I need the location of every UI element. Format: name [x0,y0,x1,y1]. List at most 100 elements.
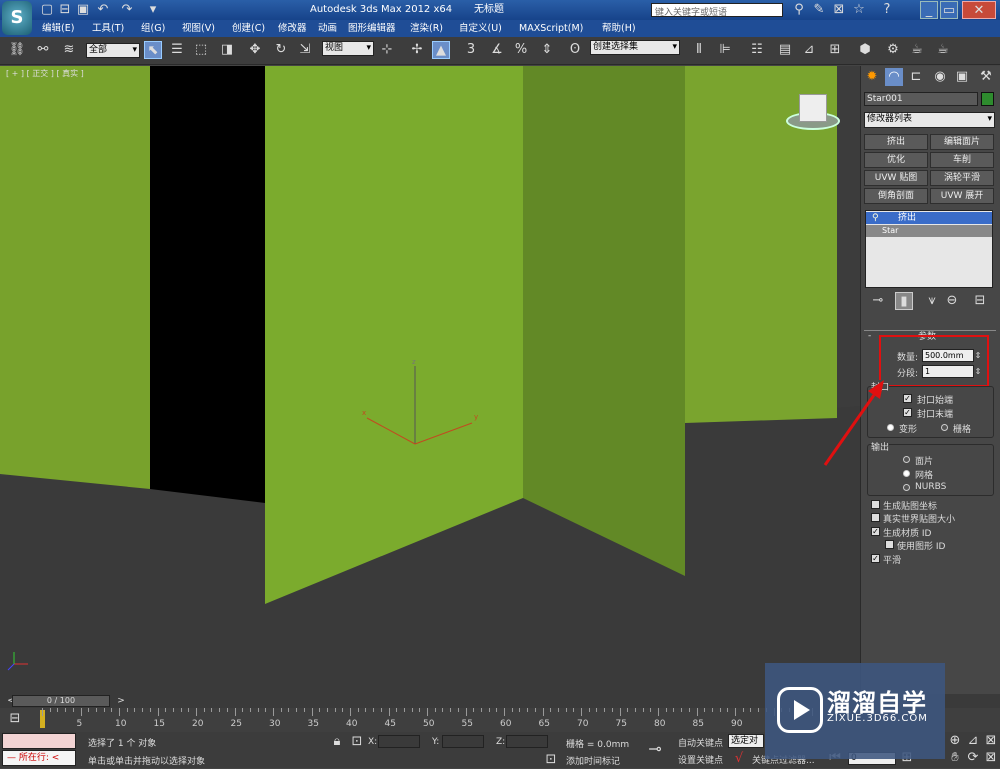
auto-key-button[interactable]: 自动关键点 [678,736,723,749]
spinner-snap-icon[interactable]: ⇕ [538,41,556,59]
modifier-button[interactable]: 倒角剖面 [864,188,928,204]
schematic-view-icon[interactable]: ⊞ [826,41,844,59]
real-world-map-checkbox[interactable] [871,513,880,522]
scale-icon[interactable]: ⇲ [296,41,314,59]
window-restore-icon[interactable]: ▭ [940,1,958,19]
menu-item-group[interactable]: 组(G) [141,20,165,37]
selection-filter-dropdown[interactable]: 全部 ▾ [86,43,140,58]
modifier-button[interactable]: UVW 贴图 [864,170,928,186]
hierarchy-tab-icon[interactable]: ⊏ [907,68,925,86]
absolute-mode-icon[interactable]: ⊡ [348,733,366,751]
quick-access-dropdown-icon[interactable]: ▾ [144,1,162,19]
stack-item-star[interactable]: Star [866,225,992,237]
modifier-list-dropdown[interactable]: 修改器列表 ▾ [864,112,995,128]
pan-hand-icon[interactable]: ✋︎ [946,749,964,767]
display-tab-icon[interactable]: ▣ [953,68,971,86]
modifier-button[interactable]: 优化 [864,152,928,168]
object-name-field[interactable]: Star001 [864,92,978,106]
remove-modifier-icon[interactable]: ⊖ [943,292,961,310]
menu-item-customize[interactable]: 自定义(U) [459,20,502,37]
bind-space-warp-icon[interactable]: ≋ [60,41,78,59]
time-slider[interactable]: 0 / 100 [12,695,110,707]
select-by-name-icon[interactable]: ☰ [168,41,186,59]
subscription-icon[interactable]: ✎ [810,1,828,19]
cap-end-checkbox[interactable]: ✓ [903,408,912,417]
key-filter-curve-icon[interactable]: √ [730,750,748,768]
key-selection-dropdown[interactable]: 选定对象 [728,734,764,748]
menu-item-modifiers[interactable]: 修改器 [278,20,307,37]
mesh-radio[interactable] [903,470,910,477]
curve-editor-icon[interactable]: ⊿ [800,41,818,59]
use-shape-ids-checkbox[interactable] [885,540,894,549]
menu-item-animation[interactable]: 动画 [318,20,337,37]
x-coordinate-field[interactable] [378,735,420,748]
rotate-icon[interactable]: ↻ [272,41,290,59]
show-end-result-icon[interactable]: ▮ [895,292,913,310]
select-and-manipulate-icon[interactable]: ✢ [408,41,426,59]
redo-icon[interactable]: ↷ [118,1,136,19]
set-key-button[interactable]: 设置关键点 [678,753,723,766]
window-crossing-icon[interactable]: ◨ [218,41,236,59]
undo-icon[interactable]: ↶ [94,1,112,19]
save-file-icon[interactable]: ▣ [74,1,92,19]
reference-coord-dropdown[interactable]: 视图 ▾ [322,41,374,56]
maximize-viewport-icon[interactable]: ⊠ [982,732,1000,750]
modifier-button[interactable]: 挤出 [864,134,928,150]
window-minimize-icon[interactable]: _ [920,1,938,19]
maxscript-mini-line[interactable]: — 所在行: < [2,750,76,766]
menu-item-create[interactable]: 创建(C) [232,20,265,37]
modifier-button[interactable]: 编辑面片 [930,134,994,150]
search-input[interactable]: 键入关键字或短语 [651,3,783,18]
viewport-label[interactable]: [ + ] [ 正交 ] [ 真实 ] [6,68,84,79]
mirror-icon[interactable]: ⫴ [690,41,708,59]
grid-radio[interactable] [941,424,948,431]
nurbs-radio[interactable] [903,484,910,491]
y-coordinate-field[interactable] [442,735,484,748]
stack-item-extrude[interactable]: ⚲ 挤出 [866,212,992,224]
menu-item-views[interactable]: 视图(V) [182,20,215,37]
pin-stack-icon[interactable]: ⊸ [869,292,887,310]
maxscript-listener[interactable] [2,733,76,749]
patch-radio[interactable] [903,456,910,463]
menu-item-tools[interactable]: 工具(T) [92,20,124,37]
window-close-icon[interactable]: ✕ [962,1,996,19]
new-file-icon[interactable]: ▢ [38,1,56,19]
modify-tab-icon[interactable]: ◠ [885,68,903,86]
perspective-viewport[interactable]: [ + ] [ 正交 ] [ 真实 ] x y z [0,66,860,694]
time-tag-icon[interactable]: ⊡ [542,751,560,769]
open-file-icon[interactable]: ⊟ [56,1,74,19]
add-time-tag-label[interactable]: 添加时间标记 [566,754,620,767]
utilities-tab-icon[interactable]: ⚒ [977,68,995,86]
motion-tab-icon[interactable]: ◉ [931,68,949,86]
maximize-toggle-icon[interactable]: ⊠ [982,749,1000,767]
favorites-star-icon[interactable]: ☆ [850,1,868,19]
menu-item-help[interactable]: 帮助(H) [602,20,636,37]
smooth-checkbox[interactable]: ✓ [871,554,880,563]
viewcube-icon[interactable] [786,90,840,134]
gen-map-coords-checkbox[interactable] [871,500,880,509]
modifier-button[interactable]: 车削 [930,152,994,168]
material-editor-icon[interactable]: ⬢ [856,41,874,59]
rendered-frame-icon[interactable]: ☕ [908,41,926,59]
menu-item-maxscript[interactable]: MAXScript(M) [519,20,583,37]
rectangular-selection-icon[interactable]: ⬚ [192,41,210,59]
orbit-icon[interactable]: ⟳ [964,749,982,767]
configure-modifier-sets-icon[interactable]: ⊟ [971,292,989,310]
modifier-button[interactable]: 涡轮平滑 [930,170,994,186]
menu-item-rendering[interactable]: 渲染(R) [410,20,443,37]
object-color-swatch[interactable] [981,92,994,106]
lightbulb-icon[interactable]: ⚲ [872,212,879,224]
selection-lock-icon[interactable]: 🔒︎ [328,733,346,751]
cap-start-checkbox[interactable]: ✓ [903,394,912,403]
morph-radio[interactable] [887,424,894,431]
pivot-center-icon[interactable]: ⊹ [378,41,396,59]
select-and-link-icon[interactable]: ⛓ [8,41,26,59]
render-production-icon[interactable]: ☕ [934,41,952,59]
edit-named-selection-icon[interactable]: ʘ [566,41,584,59]
create-tab-icon[interactable]: ✹ [863,68,881,86]
move-icon[interactable]: ✥ [246,41,264,59]
modifier-button[interactable]: UVW 展开 [930,188,994,204]
graphite-tools-icon[interactable]: ▤ [776,41,794,59]
named-selection-dropdown[interactable]: 创建选择集 ▾ [590,40,680,55]
layer-manager-icon[interactable]: ☷ [748,41,766,59]
